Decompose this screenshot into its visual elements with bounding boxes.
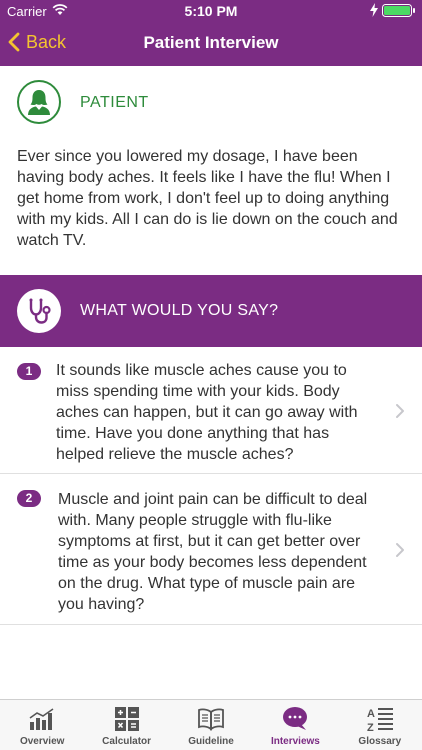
tab-interviews[interactable]: Interviews xyxy=(253,700,337,750)
chevron-right-icon xyxy=(396,543,404,557)
tab-bar: Overview Calculator Guideline Interviews… xyxy=(0,699,422,750)
svg-text:Z: Z xyxy=(367,722,374,732)
tab-glossary[interactable]: A Z Glossary xyxy=(338,700,422,750)
question-header: WHAT WOULD YOU SAY? xyxy=(0,275,422,347)
patient-label: PATIENT xyxy=(80,94,149,111)
clock-time: 5:10 PM xyxy=(184,3,238,19)
chevron-right-icon xyxy=(396,404,404,418)
calculator-icon xyxy=(112,706,142,732)
battery-icon xyxy=(382,4,415,17)
charging-icon xyxy=(370,3,378,17)
svg-text:A: A xyxy=(367,708,375,720)
tab-label: Glossary xyxy=(358,736,402,747)
book-icon xyxy=(196,706,226,732)
status-bar: Carrier 5:10 PM xyxy=(0,0,422,22)
option-text: It sounds like muscle aches cause you to… xyxy=(56,362,358,463)
app: Carrier 5:10 PM Back Patient Interview P… xyxy=(0,0,422,750)
question-label: WHAT WOULD YOU SAY? xyxy=(80,302,279,319)
tab-overview[interactable]: Overview xyxy=(0,700,84,750)
answer-option-1[interactable]: 1 It sounds like muscle aches cause you … xyxy=(0,348,422,474)
chat-bubble-icon xyxy=(280,706,310,732)
patient-icon xyxy=(28,90,50,115)
question-icon-circle xyxy=(17,289,61,333)
glossary-icon: A Z xyxy=(365,706,395,732)
option-number-badge: 2 xyxy=(17,490,41,507)
option-number-badge: 1 xyxy=(17,363,41,380)
patient-header: PATIENT xyxy=(0,80,422,130)
tab-label: Interviews xyxy=(270,736,320,747)
navigation-header: Carrier 5:10 PM Back Patient Interview xyxy=(0,0,422,66)
tab-label: Calculator xyxy=(102,736,152,747)
tab-label: Guideline xyxy=(188,736,234,747)
tab-calculator[interactable]: Calculator xyxy=(84,700,168,750)
patient-statement: Ever since you lowered my dosage, I have… xyxy=(17,148,398,249)
bar-chart-icon xyxy=(27,706,57,732)
stethoscope-icon xyxy=(29,298,51,324)
patient-avatar xyxy=(17,80,61,124)
page-title: Patient Interview xyxy=(143,33,279,52)
tab-guideline[interactable]: Guideline xyxy=(169,700,253,750)
answer-option-2[interactable]: 2 Muscle and joint pain can be difficult… xyxy=(0,475,422,625)
option-text: Muscle and joint pain can be difficult t… xyxy=(58,491,368,613)
tab-label: Overview xyxy=(19,736,65,747)
